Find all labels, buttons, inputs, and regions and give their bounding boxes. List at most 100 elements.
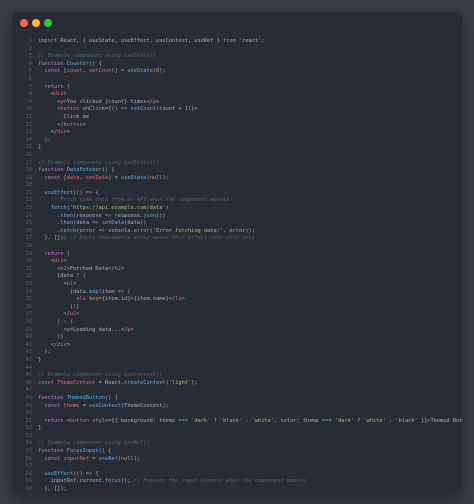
line-number: 38 bbox=[25, 318, 32, 325]
line-number: 2 bbox=[28, 45, 32, 52]
code-token: useState bbox=[127, 68, 153, 75]
code-token: const bbox=[38, 379, 54, 386]
line-number: 20 bbox=[25, 182, 32, 189]
code-text: function FocusInput() { bbox=[38, 448, 111, 456]
line-number: 17 bbox=[25, 159, 32, 166]
line-number: 22 bbox=[25, 197, 32, 204]
code-token: === bbox=[178, 417, 188, 424]
code-line: 33 <ul> bbox=[12, 281, 462, 289]
line-number: 49 bbox=[25, 402, 32, 409]
line-number: 58 bbox=[25, 470, 32, 477]
code-line: 36 ))} bbox=[12, 304, 462, 312]
code-token: > bbox=[156, 98, 160, 105]
code-token: div bbox=[53, 258, 64, 265]
code-token: 'dark' bbox=[334, 417, 354, 424]
code-token: return bbox=[44, 83, 64, 90]
window-titlebar bbox=[12, 12, 462, 34]
code-token: (data)) bbox=[124, 220, 147, 227]
code-text: // Fetch some data from an API when the … bbox=[38, 197, 230, 205]
code-token: < bbox=[38, 296, 80, 303]
code-text: <h2>Fetched Data</h2> bbox=[38, 266, 124, 274]
line-number: 25 bbox=[25, 220, 32, 227]
maximize-window-button[interactable] bbox=[44, 19, 52, 27]
code-token: useState bbox=[120, 174, 147, 181]
code-token: ; bbox=[261, 38, 265, 44]
code-token: setData bbox=[101, 220, 125, 227]
code-token: React, { useState, useEffect, useContext… bbox=[57, 38, 223, 44]
code-line: 56 const inputRef = useRef(null); bbox=[12, 456, 462, 464]
code-line: 39 <p>Loading data...</p> bbox=[12, 327, 462, 335]
code-text: <div> bbox=[38, 258, 67, 266]
code-token: < bbox=[38, 106, 61, 113]
code-text: return ( bbox=[38, 84, 70, 92]
line-number: 50 bbox=[25, 410, 32, 417]
code-text: )} bbox=[38, 334, 64, 342]
code-text: function Counter() { bbox=[38, 61, 102, 69]
code-text: ) : ( bbox=[38, 319, 73, 327]
code-token: {data. bbox=[38, 288, 90, 295]
code-text: const ThemeContext = React.createContext… bbox=[38, 380, 198, 388]
code-token: () { bbox=[105, 394, 118, 401]
code-token: setCount bbox=[89, 68, 115, 75]
code-token: 'dark' bbox=[191, 417, 211, 424]
line-number: 29 bbox=[25, 250, 32, 257]
line-number: 40 bbox=[25, 334, 32, 341]
code-token: 'Error fetching data:' bbox=[152, 227, 224, 234]
code-text: import React, { useState, useEffect, use… bbox=[38, 38, 264, 46]
code-token: ( bbox=[124, 288, 131, 295]
code-token: // Example component using useContext() bbox=[38, 372, 163, 379]
close-window-button[interactable] bbox=[20, 19, 28, 27]
code-line: 5 const [count, setCount] = useState(0); bbox=[12, 68, 462, 76]
code-token: data bbox=[66, 174, 80, 181]
line-number: 54 bbox=[25, 440, 32, 447]
code-token: (count + bbox=[156, 106, 185, 113]
line-number: 21 bbox=[25, 189, 32, 196]
line-number: 19 bbox=[25, 174, 32, 181]
code-line: 23 fetch('https://api.example.com/data') bbox=[12, 205, 462, 213]
code-token: } bbox=[38, 144, 42, 151]
code-line: 19 const [data, setData] = useState(null… bbox=[12, 175, 462, 183]
code-text: </div> bbox=[38, 342, 70, 350]
code-line: 21 useEffect(() => { bbox=[12, 190, 462, 198]
minimize-window-button[interactable] bbox=[32, 19, 40, 27]
code-token: { bbox=[92, 470, 99, 477]
code-line: 57 bbox=[12, 463, 462, 471]
code-token: < bbox=[38, 326, 67, 333]
code-token: const bbox=[44, 402, 61, 409]
code-editor[interactable]: 1 import React, { useState, useEffect, us… bbox=[12, 38, 462, 492]
line-number: 18 bbox=[25, 167, 32, 174]
line-number: 48 bbox=[25, 394, 32, 401]
code-text: .then(data => setData(data)) bbox=[38, 220, 146, 228]
line-number: 3 bbox=[28, 53, 32, 60]
code-token: (ThemeContext); bbox=[120, 402, 169, 409]
line-number: 51 bbox=[25, 417, 32, 424]
line-number: 4 bbox=[28, 60, 32, 67]
line-number: 44 bbox=[25, 364, 32, 371]
code-token: function bbox=[38, 448, 64, 455]
code-token: )} bbox=[38, 334, 64, 341]
line-number: 34 bbox=[25, 288, 32, 295]
code-line: 32 {data ? ( bbox=[12, 273, 462, 281]
code-text: function DataFetcher() { bbox=[38, 167, 115, 175]
line-number: 16 bbox=[25, 151, 32, 158]
code-token: FocusInput bbox=[66, 448, 99, 455]
code-text: // Example component using useContext() bbox=[38, 372, 162, 380]
code-token: >Fetched Data</ bbox=[66, 265, 115, 272]
code-token: . bbox=[38, 227, 61, 234]
code-token: = bbox=[79, 402, 90, 409]
code-token: ? bbox=[210, 417, 220, 424]
code-text: ))} bbox=[38, 304, 80, 312]
code-token: ); bbox=[159, 68, 166, 75]
code-token: = bbox=[89, 455, 99, 462]
code-token: const bbox=[44, 174, 61, 181]
code-line: 30 <div> bbox=[12, 258, 462, 266]
code-line: 49 const theme = useContext(ThemeContext… bbox=[12, 403, 462, 411]
line-number: 60 bbox=[25, 486, 32, 492]
code-text: const [count, setCount] = useState(0); bbox=[38, 68, 166, 76]
line-number: 28 bbox=[25, 243, 32, 250]
code-token: 'black' bbox=[219, 417, 243, 424]
code-token: < bbox=[38, 258, 54, 265]
code-text: } bbox=[38, 425, 41, 433]
code-text: const inputRef = useRef(null); bbox=[38, 456, 140, 464]
